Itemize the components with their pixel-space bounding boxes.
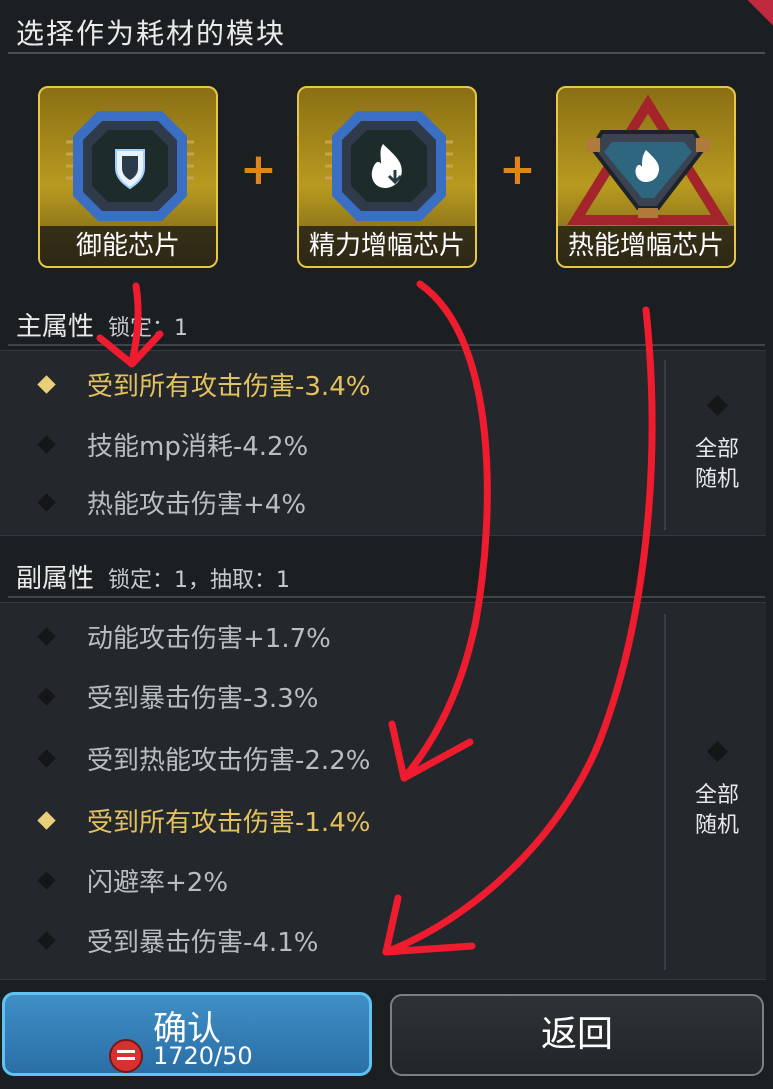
chip-slot-1[interactable]: 御能芯片 — [38, 86, 218, 268]
sub-stat-row-4[interactable]: 受到所有攻击伤害-1.4% — [37, 800, 371, 840]
main-lock-info: 锁定：1 — [108, 316, 189, 341]
stat-text: 受到暴击伤害-3.3% — [87, 683, 319, 714]
cost-value: 1720/50 — [153, 1042, 253, 1070]
sub-attributes-title: 副属性 — [16, 564, 95, 594]
lock-diamond-icon[interactable] — [37, 492, 56, 512]
stat-text: 热能攻击伤害+4% — [87, 489, 307, 520]
shield-chip-icon — [66, 111, 194, 221]
sub-stat-row-3[interactable]: 受到热能攻击伤害-2.2% — [37, 738, 371, 778]
main-randomize-all-button[interactable]: 全部随机 — [668, 394, 766, 495]
randomize-label: 全部随机 — [694, 783, 739, 838]
back-button[interactable]: 返回 — [390, 994, 764, 1076]
page-title: 选择作为耗材的模块 — [16, 17, 287, 50]
stat-text: 受到所有攻击伤害-1.4% — [87, 807, 371, 838]
lock-diamond-icon[interactable] — [37, 686, 56, 706]
sub-side-divider — [664, 614, 666, 970]
plus-icon: + — [499, 144, 536, 195]
stat-text: 受到所有攻击伤害-3.4% — [87, 371, 371, 402]
currency-icon — [109, 1039, 143, 1073]
chip-label: 精力增幅芯片 — [299, 226, 475, 266]
stat-text: 闪避率+2% — [87, 867, 229, 898]
corner-marker — [747, 0, 773, 26]
lock-diamond-icon[interactable] — [37, 748, 56, 768]
title-divider — [8, 52, 765, 54]
chip-slot-3[interactable]: 热能增幅芯片 — [556, 86, 736, 268]
stat-text: 技能mp消耗-4.2% — [87, 431, 309, 462]
lock-diamond-icon[interactable] — [37, 434, 56, 454]
stat-text: 受到暴击伤害-4.1% — [87, 927, 319, 958]
sub-attributes-heading: 副属性 锁定：1，抽取：1 — [16, 558, 290, 595]
confirm-button[interactable]: 确认 1720/50 — [2, 992, 372, 1076]
stat-text: 动能攻击伤害+1.7% — [87, 623, 331, 654]
sub-divider — [8, 596, 765, 598]
sub-stat-row-1[interactable]: 动能攻击伤害+1.7% — [37, 616, 331, 656]
sub-stat-row-2[interactable]: 受到暴击伤害-3.3% — [37, 676, 319, 716]
chip-label: 热能增幅芯片 — [558, 226, 734, 266]
main-stat-row-3[interactable]: 热能攻击伤害+4% — [37, 482, 307, 522]
diamond-icon — [706, 740, 728, 763]
plus-icon: + — [240, 144, 277, 195]
sub-stat-row-5[interactable]: 闪避率+2% — [37, 860, 229, 900]
randomize-label: 全部随机 — [694, 437, 739, 492]
flame-chip-icon — [325, 111, 453, 221]
lock-diamond-icon[interactable] — [37, 626, 56, 646]
chip-label: 御能芯片 — [40, 226, 216, 266]
main-stat-row-2[interactable]: 技能mp消耗-4.2% — [37, 424, 309, 464]
confirm-cost: 1720/50 — [109, 1039, 253, 1073]
main-stat-row-1[interactable]: 受到所有攻击伤害-3.4% — [37, 364, 371, 404]
sub-randomize-all-button[interactable]: 全部随机 — [668, 740, 766, 841]
main-attributes-title: 主属性 — [16, 312, 95, 342]
main-side-divider — [664, 360, 666, 530]
main-attributes-heading: 主属性 锁定：1 — [16, 306, 188, 343]
sub-lock-info: 锁定：1，抽取：1 — [108, 568, 291, 593]
chip-slot-2[interactable]: 精力增幅芯片 — [297, 86, 477, 268]
lock-diamond-icon[interactable] — [37, 374, 56, 394]
heat-triangle-chip-icon — [567, 94, 729, 225]
lock-diamond-icon[interactable] — [37, 930, 56, 950]
lock-diamond-icon[interactable] — [37, 870, 56, 890]
lock-diamond-icon[interactable] — [37, 810, 56, 830]
sub-stat-row-6[interactable]: 受到暴击伤害-4.1% — [37, 920, 319, 960]
main-divider — [8, 344, 765, 346]
stat-text: 受到热能攻击伤害-2.2% — [87, 745, 371, 776]
diamond-icon — [706, 394, 728, 417]
